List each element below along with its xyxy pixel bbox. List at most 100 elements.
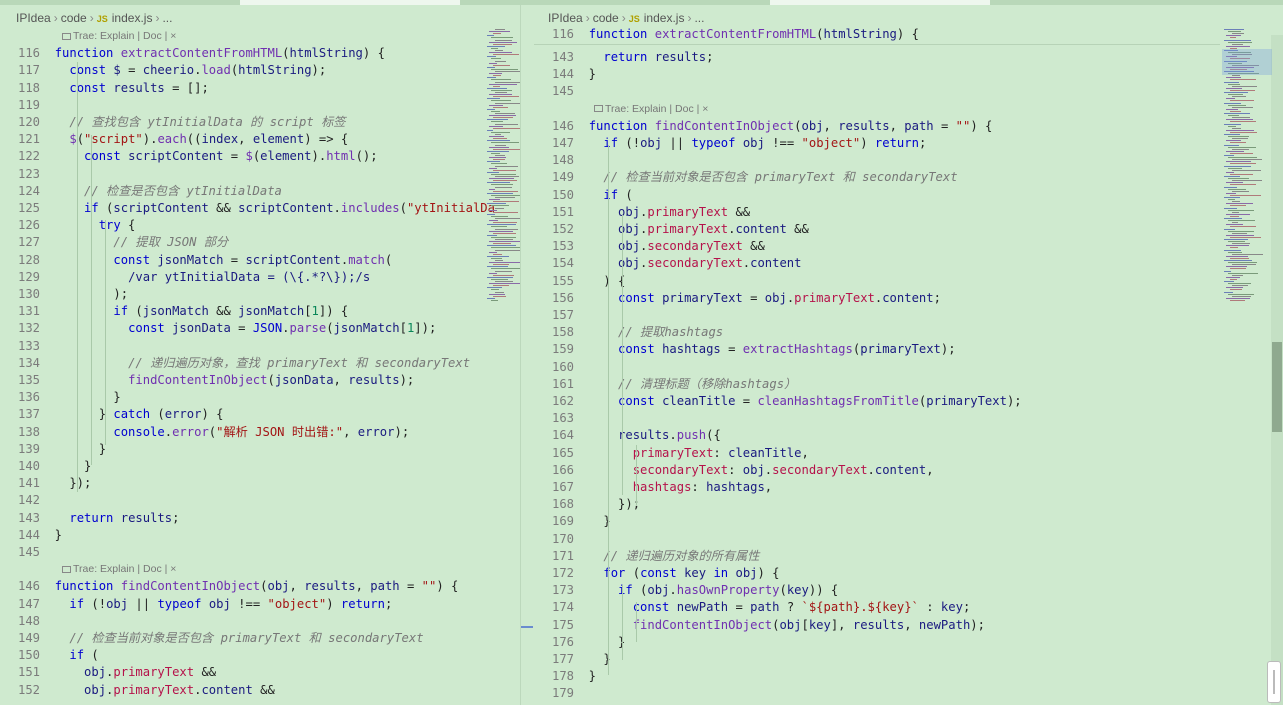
resize-handle[interactable] bbox=[1267, 661, 1281, 703]
minimap-viewport[interactable] bbox=[1222, 49, 1272, 75]
code-line[interactable]: 143 return results; bbox=[0, 510, 179, 527]
code-line[interactable]: 148 bbox=[534, 152, 589, 169]
code-line[interactable]: 151 obj.primaryText && bbox=[534, 204, 750, 221]
code-line[interactable]: 179 bbox=[534, 685, 589, 702]
code-line[interactable]: 148 bbox=[0, 613, 55, 630]
editor-pane-left[interactable]: IPIdea › code › JS index.js ›... Trae: Explain… bbox=[0, 5, 520, 705]
code-line[interactable]: 157 bbox=[534, 307, 589, 324]
code-line[interactable]: 151 obj.primaryText && bbox=[0, 664, 216, 681]
code-line[interactable]: 132 const jsonData = JSON.parse(jsonMatc… bbox=[0, 320, 436, 337]
code-line[interactable]: 119 bbox=[0, 97, 55, 114]
code-line[interactable]: 123 bbox=[0, 166, 55, 183]
code-line[interactable]: 116 function extractContentFromHTML(html… bbox=[0, 45, 385, 62]
pane-divider[interactable] bbox=[520, 5, 534, 705]
code-line[interactable]: 126 try { bbox=[0, 217, 135, 234]
breadcrumb-file[interactable]: index.js bbox=[112, 11, 153, 25]
code-line[interactable]: 178 } bbox=[534, 668, 596, 685]
code-line[interactable]: 142 bbox=[0, 492, 55, 509]
code-line[interactable]: 118 const results = []; bbox=[0, 80, 209, 97]
code-line[interactable]: 144 } bbox=[0, 527, 62, 544]
code-line[interactable]: 145 bbox=[0, 544, 55, 561]
breadcrumb-tail[interactable]: ... bbox=[694, 11, 704, 25]
vertical-scrollbar[interactable] bbox=[1271, 35, 1283, 705]
code-line[interactable]: 176 } bbox=[534, 634, 625, 651]
code-line[interactable]: 127 // 提取 JSON 部分 bbox=[0, 234, 228, 251]
minimap-line bbox=[1230, 299, 1245, 301]
code-line[interactable]: 147 if (!obj || typeof obj !== "object")… bbox=[534, 135, 926, 152]
code-line[interactable]: 135 findContentInObject(jsonData, result… bbox=[0, 372, 414, 389]
code-line[interactable]: 120 // 查找包含 ytInitialData 的 script 标签 bbox=[0, 114, 345, 131]
code-line[interactable]: 169 } bbox=[534, 513, 611, 530]
code-line[interactable]: 171 // 递归遍历对象的所有属性 bbox=[534, 548, 759, 565]
code-line[interactable]: 173 if (obj.hasOwnProperty(key)) { bbox=[534, 582, 838, 599]
code-line[interactable]: 129 /var ytInitialData = (\{.*?\});/s bbox=[0, 269, 370, 286]
indent-guide bbox=[636, 445, 637, 505]
code-line[interactable]: 166 secondaryText: obj.secondaryText.con… bbox=[534, 462, 934, 479]
breadcrumb-root[interactable]: IPIdea bbox=[548, 11, 583, 25]
code-line[interactable]: 152 obj.primaryText.content && bbox=[0, 682, 275, 699]
code-line[interactable]: 163 bbox=[534, 410, 589, 427]
breadcrumb-file[interactable]: index.js bbox=[644, 11, 685, 25]
code-line[interactable]: 145 bbox=[534, 83, 589, 100]
codelens-actions[interactable]: Trae: Explain | Doc | × bbox=[594, 101, 708, 117]
code-line[interactable]: 156 const primaryText = obj.primaryText.… bbox=[534, 290, 941, 307]
code-line[interactable]: 168 }); bbox=[534, 496, 640, 513]
code-line[interactable]: 149 // 检查当前对象是否包含 primaryText 和 secondar… bbox=[0, 630, 424, 647]
minimap-line bbox=[1226, 45, 1250, 47]
js-file-icon: JS bbox=[628, 14, 640, 24]
minimap-line bbox=[1224, 270, 1231, 272]
code-line[interactable]: 164 results.push({ bbox=[534, 427, 721, 444]
code-line[interactable]: 138 console.error("解析 JSON 时出错:", error)… bbox=[0, 424, 409, 441]
code-line[interactable]: 158 // 提取hashtags bbox=[534, 324, 723, 341]
code-line[interactable]: 124 // 检查是否包含 ytInitialData bbox=[0, 183, 282, 200]
code-line[interactable]: 137 } catch (error) { bbox=[0, 406, 223, 423]
code-line[interactable]: 149 // 检查当前对象是否包含 primaryText 和 secondar… bbox=[534, 169, 958, 186]
code-line[interactable]: 172 for (const key in obj) { bbox=[534, 565, 780, 582]
code-line[interactable]: 146 function findContentInObject(obj, re… bbox=[0, 578, 458, 595]
code-line[interactable]: 150 if ( bbox=[0, 647, 99, 664]
breadcrumb-folder[interactable]: code bbox=[593, 11, 619, 25]
code-line[interactable]: 150 if ( bbox=[534, 187, 633, 204]
code-line[interactable]: 159 const hashtags = extractHashtags(pri… bbox=[534, 341, 956, 358]
breadcrumb-folder[interactable]: code bbox=[61, 11, 87, 25]
breadcrumb-root[interactable]: IPIdea bbox=[16, 11, 51, 25]
minimap-line bbox=[1232, 264, 1256, 266]
code-line[interactable]: 152 obj.primaryText.content && bbox=[534, 221, 809, 238]
code-line[interactable]: 146 function findContentInObject(obj, re… bbox=[534, 118, 992, 135]
codelens-actions[interactable]: Trae: Explain | Doc | × bbox=[62, 28, 176, 44]
code-line[interactable]: 116 function extractContentFromHTML(html… bbox=[534, 26, 919, 43]
minimap-line bbox=[495, 92, 507, 93]
code-line[interactable]: 167 hashtags: hashtags, bbox=[534, 479, 772, 496]
code-line[interactable]: 136 } bbox=[0, 389, 121, 406]
code-line[interactable]: 177 } bbox=[534, 651, 611, 668]
code-line[interactable]: 170 bbox=[534, 531, 589, 548]
code-line[interactable]: 147 if (!obj || typeof obj !== "object")… bbox=[0, 596, 392, 613]
editor-pane-right[interactable]: IPIdea › code › JS index.js ›... 116 function … bbox=[534, 5, 1283, 705]
minimap[interactable] bbox=[485, 29, 520, 319]
code-line[interactable]: 154 obj.secondaryText.content bbox=[534, 255, 802, 272]
code-line[interactable]: 130 ); bbox=[0, 286, 128, 303]
code-line[interactable]: 125 if (scriptContent && scriptContent.i… bbox=[0, 200, 495, 217]
code-line[interactable]: 144 } bbox=[534, 66, 596, 83]
code-line[interactable]: 165 primaryText: cleanTitle, bbox=[534, 445, 809, 462]
code-line[interactable]: 133 bbox=[0, 338, 55, 355]
minimap-line bbox=[1226, 266, 1247, 268]
code-line[interactable]: 143 return results; bbox=[534, 49, 713, 66]
code-line[interactable]: 117 const $ = cheerio.load(htmlString); bbox=[0, 62, 326, 79]
code-line[interactable]: 161 // 清理标题（移除hashtags） bbox=[534, 376, 796, 393]
minimap-line bbox=[1226, 297, 1250, 299]
code-line[interactable]: 131 if (jsonMatch && jsonMatch[1]) { bbox=[0, 303, 348, 320]
code-line[interactable]: 153 obj.secondaryText && bbox=[534, 238, 765, 255]
code-line[interactable]: 174 const newPath = path ? `${path}.${ke… bbox=[534, 599, 970, 616]
code-line[interactable]: 160 bbox=[534, 359, 589, 376]
minimap-line bbox=[487, 87, 507, 89]
code-line[interactable]: 128 const jsonMatch = scriptContent.matc… bbox=[0, 252, 392, 269]
scrollbar-thumb[interactable] bbox=[1272, 342, 1282, 432]
code-line[interactable]: 122 const scriptContent = $(element).htm… bbox=[0, 148, 378, 165]
code-line[interactable]: 175 findContentInObject(obj[key], result… bbox=[534, 617, 985, 634]
codelens-actions[interactable]: Trae: Explain | Doc | × bbox=[62, 561, 176, 577]
code-line[interactable]: 121 $("script").each((index, element) =>… bbox=[0, 131, 348, 148]
code-line[interactable]: 155 ) { bbox=[534, 273, 625, 290]
breadcrumb-tail[interactable]: ... bbox=[162, 11, 172, 25]
code-line[interactable]: 134 // 递归遍历对象，查找 primaryText 和 secondary… bbox=[0, 355, 470, 372]
